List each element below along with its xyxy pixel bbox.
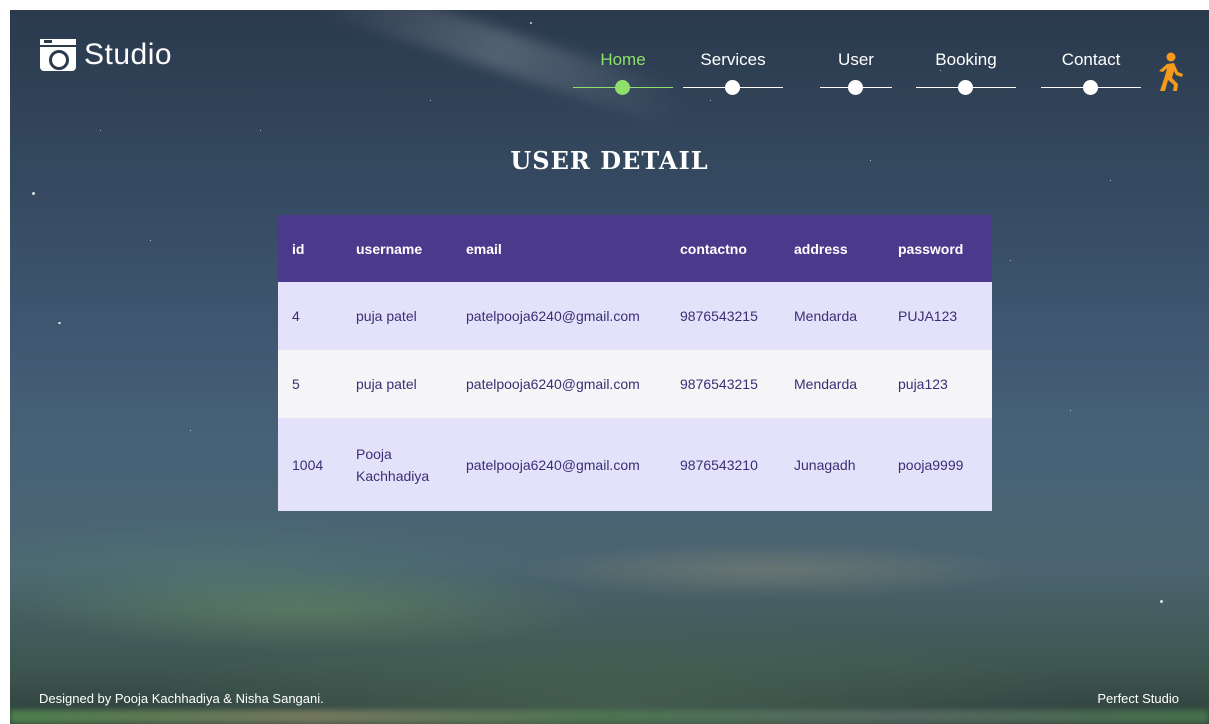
cell-id: 5 — [292, 376, 300, 392]
cell-address: Mendarda — [794, 376, 858, 392]
nav-home-dot — [615, 80, 630, 95]
cell-contactno: 9876543215 — [680, 308, 758, 324]
cell-email: patelpooja6240@gmail.com — [466, 308, 640, 324]
cell-email: patelpooja6240@gmail.com — [466, 376, 640, 392]
page-background: Studio Home Services User Booking Contac… — [10, 10, 1209, 724]
cell-username: puja patel — [356, 308, 417, 324]
table-row: 1004 Pooja Kachhadiya patelpooja6240@gma… — [278, 418, 992, 511]
nav-services-label: Services — [700, 50, 766, 69]
column-header-email: email — [466, 240, 502, 257]
cell-password: puja123 — [898, 376, 948, 392]
cell-username: Pooja Kachhadiya — [356, 445, 430, 484]
nav-services[interactable]: Services — [683, 50, 783, 95]
page-title: USER DETAIL — [510, 146, 709, 175]
cell-address: Junagadh — [794, 456, 856, 473]
cell-contactno: 9876543215 — [680, 376, 758, 392]
nav-home-label: Home — [600, 50, 646, 69]
user-table-container: id username email contactno address pass… — [278, 215, 992, 511]
nav-contact-dot — [1083, 80, 1098, 95]
nav-contact-label: Contact — [1061, 50, 1121, 69]
table-row: 5 puja patel patelpooja6240@gmail.com 98… — [278, 350, 992, 418]
footer-credit: Designed by Pooja Kachhadiya & Nisha San… — [39, 691, 324, 706]
cell-email: patelpooja6240@gmail.com — [466, 456, 640, 473]
nav-user[interactable]: User — [806, 50, 906, 95]
cell-id: 4 — [292, 308, 300, 324]
nav-home[interactable]: Home — [573, 50, 673, 95]
nav-user-label: User — [838, 50, 874, 69]
nav-services-dot — [725, 80, 740, 95]
brand-name: Studio — [84, 38, 173, 71]
nav-booking[interactable]: Booking — [916, 50, 1016, 95]
column-header-address: address — [794, 240, 848, 257]
user-table: id username email contactno address pass… — [278, 215, 992, 511]
table-header-row: id username email contactno address pass… — [278, 215, 992, 282]
ground-lights — [10, 710, 1209, 724]
cell-address: Mendarda — [794, 308, 858, 324]
footer-brand: Perfect Studio — [1097, 691, 1179, 706]
cell-username: puja patel — [356, 376, 417, 392]
brand-logo[interactable]: Studio — [40, 38, 172, 72]
nav-contact[interactable]: Contact — [1041, 50, 1141, 95]
column-header-contactno: contactno — [680, 240, 747, 257]
cell-id: 1004 — [292, 456, 324, 473]
camera-icon — [40, 39, 76, 71]
nav-user-dot — [848, 80, 863, 95]
table-row: 4 puja patel patelpooja6240@gmail.com 98… — [278, 282, 992, 350]
cell-contactno: 9876543210 — [680, 456, 758, 473]
column-header-password: password — [898, 240, 964, 257]
column-header-username: username — [356, 240, 423, 257]
nav-booking-dot — [958, 80, 973, 95]
walking-person-icon[interactable] — [1156, 52, 1184, 92]
cell-password: PUJA123 — [898, 308, 958, 324]
nav-booking-label: Booking — [935, 50, 997, 69]
cell-password: pooja9999 — [898, 456, 964, 473]
column-header-id: id — [292, 240, 305, 257]
